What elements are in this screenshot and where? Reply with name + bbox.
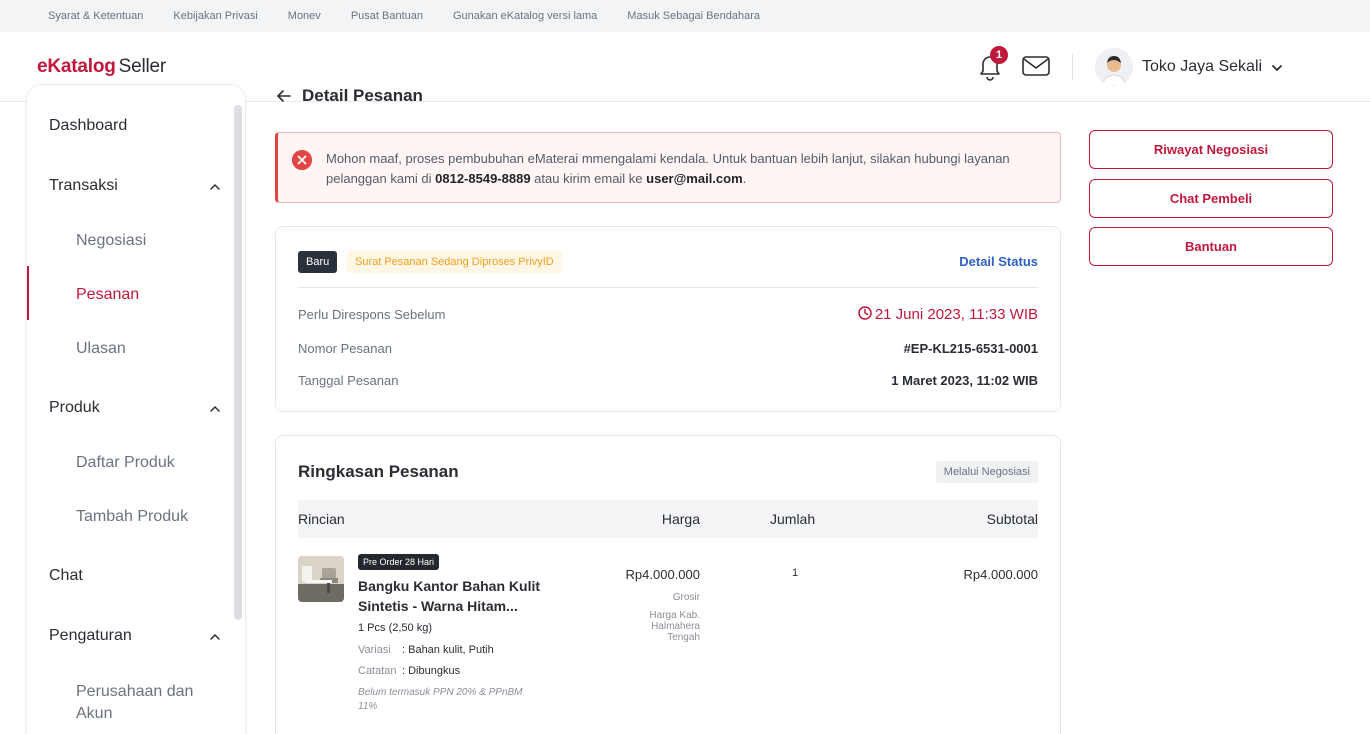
deadline-text: 21 Juni 2023, 11:33 WIB bbox=[874, 306, 1038, 323]
column-header-rincian: Rincian bbox=[298, 511, 345, 527]
error-alert: Mohon maaf, proses pembubuhan eMaterai m… bbox=[275, 132, 1061, 203]
riwayat-negosiasi-button[interactable]: Riwayat Negosiasi bbox=[1089, 130, 1333, 169]
notification-count-badge: 1 bbox=[990, 46, 1008, 64]
order-number-value: #EP-KL215-6531-0001 bbox=[903, 341, 1038, 356]
avatar-image bbox=[1095, 48, 1133, 86]
order-status-card: Baru Surat Pesanan Sedang Diproses Privy… bbox=[275, 226, 1061, 412]
sidebar-item-tambah-produk[interactable]: Tambah Produk bbox=[27, 506, 237, 528]
sidebar-item-produk[interactable]: Produk bbox=[27, 399, 237, 417]
sidebar-item-ulasan[interactable]: Ulasan bbox=[27, 338, 237, 360]
product-image[interactable] bbox=[298, 556, 344, 602]
item-quantity: 1 bbox=[792, 567, 799, 579]
back-arrow-icon[interactable] bbox=[276, 88, 292, 104]
sidebar-item-negosiasi[interactable]: Negosiasi bbox=[27, 230, 237, 252]
clock-icon bbox=[858, 306, 872, 320]
sidebar-item-dashboard[interactable]: Dashboard bbox=[27, 117, 237, 135]
sidebar-item-daftar-produk[interactable]: Daftar Produk bbox=[27, 452, 237, 474]
chevron-down-icon[interactable] bbox=[1270, 62, 1284, 74]
order-summary-card: Ringkasan Pesanan Melalui Negosiasi Rinc… bbox=[275, 435, 1061, 734]
chat-pembeli-button[interactable]: Chat Pembeli bbox=[1089, 179, 1333, 218]
link-masuk-bendahara[interactable]: Masuk Sebagai Bendahara bbox=[627, 10, 760, 22]
sidebar-item-perusahaan-akun[interactable]: Perusahaan dan Akun bbox=[27, 681, 197, 725]
sidebar: Dashboard Transaksi Negosiasi Pesanan Ul… bbox=[26, 84, 246, 734]
header-divider bbox=[1072, 54, 1073, 80]
variant-label: Variasi bbox=[358, 644, 391, 656]
logo-main: eKatalog bbox=[37, 56, 116, 77]
variant-value: : Bahan kulit, Putih bbox=[402, 644, 494, 656]
avatar[interactable] bbox=[1095, 48, 1133, 86]
chair-photo bbox=[298, 556, 344, 602]
link-pusat-bantuan[interactable]: Pusat Bantuan bbox=[351, 10, 423, 22]
price-type: Grosir bbox=[672, 592, 700, 603]
note-label: Catatan bbox=[358, 665, 397, 677]
column-header-harga: Harga bbox=[661, 511, 700, 527]
logo-sub: Seller bbox=[118, 56, 167, 77]
alert-email: user@mail.com bbox=[646, 171, 743, 186]
bantuan-button[interactable]: Bantuan bbox=[1089, 227, 1333, 266]
status-badge-state: Surat Pesanan Sedang Diproses PrivyID bbox=[347, 251, 562, 273]
order-date-label: Tanggal Pesanan bbox=[298, 373, 399, 388]
order-date-value: 1 Maret 2023, 11:02 WIB bbox=[891, 373, 1038, 388]
sidebar-item-transaksi[interactable]: Transaksi bbox=[27, 177, 237, 195]
status-badge-baru: Baru bbox=[298, 251, 338, 273]
chevron-up-icon[interactable] bbox=[209, 405, 221, 413]
detail-status-link[interactable]: Detail Status bbox=[959, 254, 1038, 269]
price-region: Harga Kab. Halmahera Tengah bbox=[649, 610, 700, 643]
divider bbox=[298, 287, 1038, 288]
summary-title: Ringkasan Pesanan bbox=[298, 462, 459, 481]
store-name[interactable]: Toko Jaya Sekali bbox=[1142, 58, 1262, 76]
sidebar-scrollbar[interactable] bbox=[234, 105, 242, 620]
product-variant: Variasi : Bahan kulit, Putih bbox=[358, 644, 494, 656]
column-header-subtotal: Subtotal bbox=[986, 511, 1038, 527]
alert-phone: 0812-8549-8889 bbox=[435, 171, 531, 186]
item-subtotal: Rp4.000.000 bbox=[963, 567, 1038, 582]
link-ekatalog-lama[interactable]: Gunakan eKatalog versi lama bbox=[453, 10, 597, 22]
table-header: Rincian Harga Jumlah Subtotal bbox=[298, 500, 1038, 538]
alert-message: Mohon maaf, proses pembubuhan eMaterai m… bbox=[326, 149, 1046, 189]
link-kebijakan-privasi[interactable]: Kebijakan Privasi bbox=[173, 10, 257, 22]
link-syarat-ketentuan[interactable]: Syarat & Ketentuan bbox=[48, 10, 143, 22]
chevron-up-icon[interactable] bbox=[209, 633, 221, 641]
channel-badge: Melalui Negosiasi bbox=[935, 461, 1038, 483]
chevron-up-icon[interactable] bbox=[209, 183, 221, 191]
order-number-label: Nomor Pesanan bbox=[298, 341, 392, 356]
alert-text-after: . bbox=[742, 171, 747, 186]
sidebar-item-chat[interactable]: Chat bbox=[27, 567, 237, 585]
page-title: Detail Pesanan bbox=[302, 86, 423, 105]
logo[interactable]: eKatalog Seller bbox=[37, 56, 166, 78]
notification-button[interactable]: 1 bbox=[976, 46, 1008, 82]
note-value: : Dibungkus bbox=[402, 665, 461, 677]
top-utility-bar: Syarat & Ketentuan Kebijakan Privasi Mon… bbox=[0, 0, 1370, 32]
product-note: Catatan : Dibungkus bbox=[358, 665, 460, 677]
sidebar-item-pesanan[interactable]: Pesanan bbox=[27, 284, 237, 306]
error-icon bbox=[292, 150, 312, 170]
product-name[interactable]: Bangku Kantor Bahan Kulit Sintetis - War… bbox=[358, 576, 558, 616]
product-weight: 1 Pcs (2,50 kg) bbox=[358, 622, 432, 634]
alert-text-middle: atau kirim email ke bbox=[530, 171, 647, 186]
link-monev[interactable]: Monev bbox=[288, 10, 321, 22]
preorder-badge: Pre Order 28 Hari bbox=[358, 554, 440, 570]
deadline-value: 21 Juni 2023, 11:33 WIB bbox=[858, 306, 1038, 323]
mail-button[interactable] bbox=[1021, 54, 1051, 78]
sidebar-item-pengaturan[interactable]: Pengaturan bbox=[27, 627, 237, 645]
item-price: Rp4.000.000 bbox=[625, 567, 700, 582]
tax-note: Belum termasuk PPN 20% & PPnBM 11% bbox=[358, 687, 523, 712]
column-header-jumlah: Jumlah bbox=[770, 511, 816, 527]
deadline-label: Perlu Direspons Sebelum bbox=[298, 307, 446, 322]
mail-icon bbox=[1022, 56, 1050, 76]
